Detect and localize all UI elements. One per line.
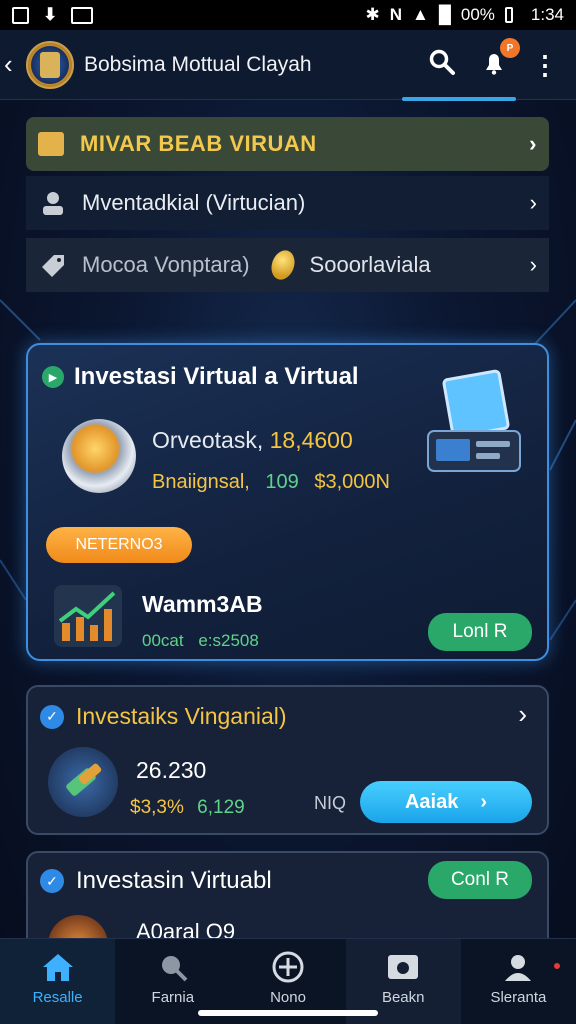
check-icon: ✓ — [40, 704, 64, 729]
chevron-right-icon: › — [529, 190, 537, 215]
home-icon — [42, 954, 73, 981]
chevron-right-icon[interactable]: › — [518, 699, 527, 730]
status-tag[interactable]: NETERNO3 — [46, 527, 192, 563]
battery-icon — [504, 7, 513, 23]
nav-label: Nono — [270, 989, 306, 1006]
return-label: Bnaiignsal, — [152, 471, 250, 493]
footer-value: e:s2508 — [198, 631, 259, 650]
active-tab-indicator — [402, 97, 516, 101]
computer-illustration — [420, 369, 530, 487]
gallery-notification-icon — [71, 6, 94, 24]
menu-item-coin[interactable]: Mocoa Vonptara) Sooorlaviala › — [26, 238, 549, 292]
featured-investment-card[interactable]: ▶ Investasi Virtual a Virtual Orveotask,… — [26, 343, 549, 661]
check-icon: ✓ — [40, 869, 64, 893]
download-notification-icon: ⬇ — [43, 5, 58, 24]
nav-label: Farnia — [151, 989, 195, 1006]
signal-icon: █ — [438, 5, 451, 24]
investment-card[interactable]: ✓ Investaiks Vinganial) › 26.230 $3,3% 6… — [26, 685, 549, 835]
app-logo — [26, 40, 74, 89]
status-bar: ⬇ ✱ N ▲ █ 00% 1:34 — [0, 0, 576, 30]
currency-label: NIQ — [314, 793, 347, 813]
menu-item-featured[interactable]: MIVAR BEAB VIRUAN › — [26, 117, 549, 171]
clock: 1:34 — [530, 5, 564, 24]
featured-action-button[interactable]: Lonl R — [428, 613, 532, 651]
card-title: Investaiks Vinganial) — [76, 703, 287, 729]
chevron-right-icon: › — [529, 131, 537, 156]
fund-icon — [48, 747, 118, 817]
document-icon — [38, 132, 64, 156]
return-value: 109 — [265, 471, 299, 493]
menu-item-label: Mocoa Vonptara) — [82, 252, 250, 277]
notification-button[interactable]: P — [480, 38, 520, 81]
play-icon: ▶ — [42, 366, 64, 388]
coin-icon — [267, 247, 299, 283]
wifi-icon: ▲ — [412, 5, 429, 24]
card-title: Investasin Virtuabl — [76, 867, 272, 894]
menu-item-extra: Sooorlaviala — [309, 252, 431, 277]
battery-level: 00% — [460, 5, 495, 24]
card3-action-button[interactable]: Conl R — [428, 861, 532, 899]
menu-item-virtual[interactable]: Mventadkial (Virtucian) › — [26, 176, 549, 230]
nav-label: Beakn — [381, 989, 425, 1006]
nav-label: Resalle — [32, 989, 83, 1006]
plus-circle-icon — [272, 951, 304, 983]
nav-home[interactable]: Resalle — [0, 939, 116, 1024]
chevron-right-icon: › — [480, 790, 488, 813]
return-amount: $3,000N — [314, 471, 390, 493]
image-notification-icon — [12, 6, 29, 24]
card-title: Investasi Virtual a Virtual — [74, 363, 359, 390]
percent-change: $3,3% — [130, 797, 184, 818]
nav-profile[interactable]: Sleranta — [461, 939, 576, 1024]
app-title: Bobsima Mottual Clayah — [84, 52, 312, 76]
fund-name: Wamm3AB — [142, 591, 263, 617]
search-icon[interactable] — [428, 48, 456, 81]
balance-value: 18,4600 — [269, 427, 353, 453]
bluetooth-icon: ✱ — [365, 5, 380, 24]
notification-badge: P — [500, 38, 520, 58]
more-options-icon[interactable]: ⋮ — [532, 52, 558, 78]
growth-chart-icon — [54, 585, 122, 647]
home-indicator[interactable] — [198, 1010, 378, 1016]
balance-label: Orveotask, — [152, 427, 264, 453]
back-arrow-icon[interactable]: ‹ — [4, 49, 26, 80]
search-icon — [161, 956, 188, 982]
tag-icon — [42, 255, 64, 277]
menu-item-label: Mventadkial (Virtucian) — [82, 190, 306, 215]
menu-item-label: MIVAR BEAB VIRUAN — [80, 131, 317, 156]
secondary-value: 6,129 — [197, 797, 245, 818]
button-label: Aaiak — [404, 790, 459, 813]
coin-illustration — [62, 419, 136, 493]
footer-label: 00cat — [142, 631, 184, 650]
user-icon — [43, 192, 63, 215]
card2-action-button[interactable]: Aaiak › — [360, 781, 532, 823]
nav-label: Sleranta — [490, 989, 547, 1006]
user-icon — [505, 955, 532, 981]
camera-icon — [388, 955, 419, 979]
app-bar: ‹ Bobsima Mottual Clayah P ⋮ — [0, 30, 576, 100]
nfc-icon: N — [389, 5, 402, 24]
notification-dot — [554, 963, 561, 969]
chevron-right-icon: › — [529, 252, 537, 277]
card-amount: 26.230 — [136, 757, 207, 783]
